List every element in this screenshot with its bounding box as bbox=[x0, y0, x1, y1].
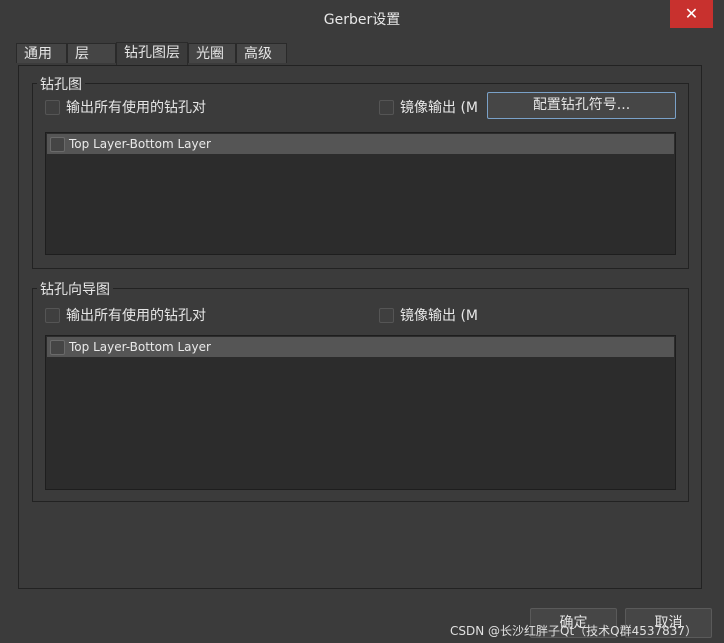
drill-drawing-group-title: 钻孔图 bbox=[37, 74, 85, 94]
list-item[interactable]: Top Layer-Bottom Layer bbox=[47, 337, 674, 357]
window-title: Gerber设置 bbox=[323, 12, 401, 28]
guide-mirror-output-checkbox[interactable]: 镜像输出 (M bbox=[379, 305, 480, 325]
output-all-drill-pairs-checkbox[interactable]: 输出所有使用的钻孔对 bbox=[45, 97, 206, 117]
tab-drill-drawing[interactable]: 钻孔图层 bbox=[116, 42, 188, 65]
checkbox-box[interactable] bbox=[45, 307, 60, 323]
guide-mirror-output-label: 镜像输出 (M bbox=[400, 308, 478, 324]
guide-output-all-drill-pairs-label: 输出所有使用的钻孔对 bbox=[66, 308, 206, 324]
drill-drawing-layer-pair-list[interactable]: Top Layer-Bottom Layer bbox=[45, 132, 676, 255]
tab-apertures[interactable]: 光圈 bbox=[188, 43, 236, 63]
checkbox-box[interactable] bbox=[379, 307, 394, 323]
title-bar: Gerber设置 ✕ bbox=[0, 0, 724, 36]
tab-advanced[interactable]: 高级 bbox=[236, 43, 287, 63]
watermark-text: CSDN @长沙红胖子Qt（技术Q群4537837） bbox=[450, 624, 698, 638]
drill-guide-group-title: 钻孔向导图 bbox=[37, 279, 113, 299]
checkbox-box[interactable] bbox=[50, 339, 65, 355]
output-all-drill-pairs-label: 输出所有使用的钻孔对 bbox=[66, 100, 206, 116]
close-button[interactable]: ✕ bbox=[670, 0, 713, 28]
configure-drill-symbols-button[interactable]: 配置钻孔符号... bbox=[487, 92, 676, 119]
mirror-output-checkbox[interactable]: 镜像输出 (M bbox=[379, 97, 480, 117]
mirror-output-label: 镜像输出 (M bbox=[400, 100, 478, 116]
checkbox-box[interactable] bbox=[379, 99, 394, 115]
tab-layers[interactable]: 层 bbox=[67, 43, 116, 63]
list-item[interactable]: Top Layer-Bottom Layer bbox=[47, 134, 674, 154]
close-icon: ✕ bbox=[684, 4, 699, 23]
guide-output-all-drill-pairs-checkbox[interactable]: 输出所有使用的钻孔对 bbox=[45, 305, 207, 325]
checkbox-box[interactable] bbox=[50, 136, 65, 152]
list-item-label: Top Layer-Bottom Layer bbox=[69, 137, 211, 151]
checkbox-box[interactable] bbox=[45, 99, 60, 115]
tab-general[interactable]: 通用 bbox=[16, 43, 67, 63]
drill-guide-layer-pair-list[interactable]: Top Layer-Bottom Layer bbox=[45, 335, 676, 490]
list-item-label: Top Layer-Bottom Layer bbox=[69, 340, 211, 354]
